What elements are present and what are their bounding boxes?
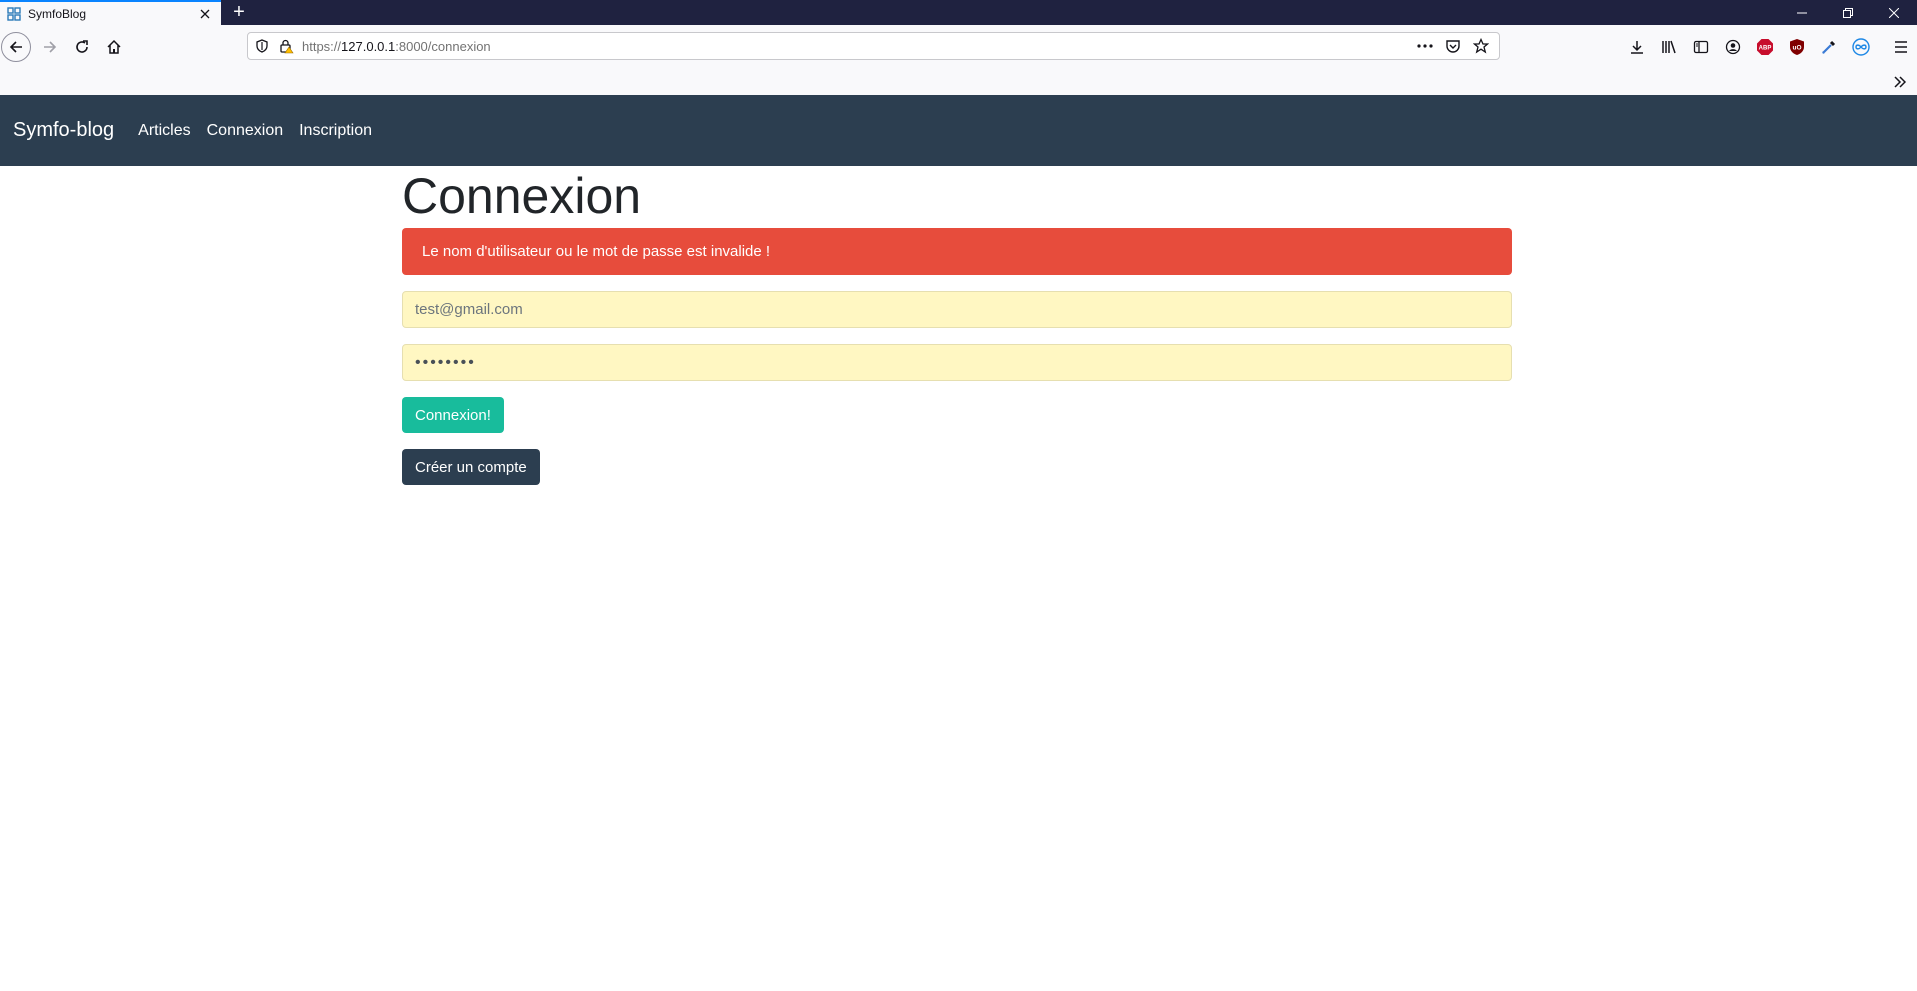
url-bar[interactable]: https://127.0.0.1:8000/connexion	[247, 32, 1500, 60]
library-icon[interactable]	[1653, 31, 1685, 63]
close-window-icon[interactable]	[1871, 0, 1917, 25]
close-tab-icon[interactable]	[195, 4, 215, 24]
site-navbar: Symfo-blog Articles Connexion Inscriptio…	[0, 95, 1917, 166]
browser-toolbar: https://127.0.0.1:8000/connexion ABP uO	[0, 25, 1917, 69]
pocket-icon[interactable]	[1439, 34, 1467, 58]
nav-link-inscription[interactable]: Inscription	[299, 122, 372, 140]
reload-button[interactable]	[66, 31, 98, 63]
url-host: 127.0.0.1	[341, 38, 396, 54]
create-account-button[interactable]: Créer un compte	[402, 449, 540, 485]
account-icon[interactable]	[1717, 31, 1749, 63]
tab-title: SymfoBlog	[28, 6, 87, 21]
eyedropper-icon[interactable]	[1813, 31, 1845, 63]
extension-infinity-icon[interactable]	[1845, 31, 1877, 63]
site-favicon-icon	[6, 6, 22, 22]
adblock-plus-icon[interactable]: ABP	[1749, 31, 1781, 63]
tab-symfoblog[interactable]: SymfoBlog	[0, 0, 221, 25]
new-tab-button[interactable]: +	[228, 0, 250, 25]
nav-link-articles[interactable]: Articles	[138, 122, 190, 140]
forward-button[interactable]	[34, 31, 66, 63]
url-path: :8000/connexion	[395, 38, 491, 54]
sidebar-icon[interactable]	[1685, 31, 1717, 63]
home-button[interactable]	[98, 31, 130, 63]
minimize-icon[interactable]	[1779, 0, 1825, 25]
login-submit-button[interactable]: Connexion!	[402, 397, 504, 433]
brand-link[interactable]: Symfo-blog	[13, 119, 114, 142]
window-controls	[1779, 0, 1917, 25]
bookmarks-toolbar	[0, 69, 1917, 95]
hamburger-menu-icon[interactable]	[1885, 31, 1917, 63]
insecure-lock-icon[interactable]	[276, 36, 296, 56]
page-title: Connexion	[402, 168, 642, 224]
error-alert: Le nom d'utilisateur ou le mot de passe …	[402, 228, 1512, 275]
page-content: Symfo-blog Articles Connexion Inscriptio…	[0, 95, 1917, 991]
downloads-icon[interactable]	[1621, 31, 1653, 63]
bookmark-star-icon[interactable]	[1467, 34, 1495, 58]
password-field[interactable]: ••••••••	[402, 344, 1512, 381]
url-scheme: https://	[302, 38, 342, 54]
chevron-double-right-icon[interactable]	[1891, 73, 1909, 91]
page-actions-icon[interactable]	[1411, 34, 1439, 58]
svg-text:uO: uO	[1792, 45, 1801, 52]
tracking-shield-icon[interactable]	[252, 36, 272, 56]
svg-text:ABP: ABP	[1759, 46, 1772, 52]
tab-strip: SymfoBlog +	[0, 0, 1917, 25]
nav-link-connexion[interactable]: Connexion	[207, 122, 284, 140]
email-field[interactable]: test@gmail.com	[402, 291, 1512, 328]
url-actions	[1411, 34, 1495, 58]
back-button[interactable]	[1, 32, 31, 62]
toolbar-right: ABP uO	[1621, 31, 1917, 63]
restore-icon[interactable]	[1825, 0, 1871, 25]
url-text[interactable]: https://127.0.0.1:8000/connexion	[302, 39, 1411, 54]
ublock-origin-icon[interactable]: uO	[1781, 31, 1813, 63]
login-container: Connexion Le nom d'utilisateur ou le mot…	[402, 166, 1512, 485]
